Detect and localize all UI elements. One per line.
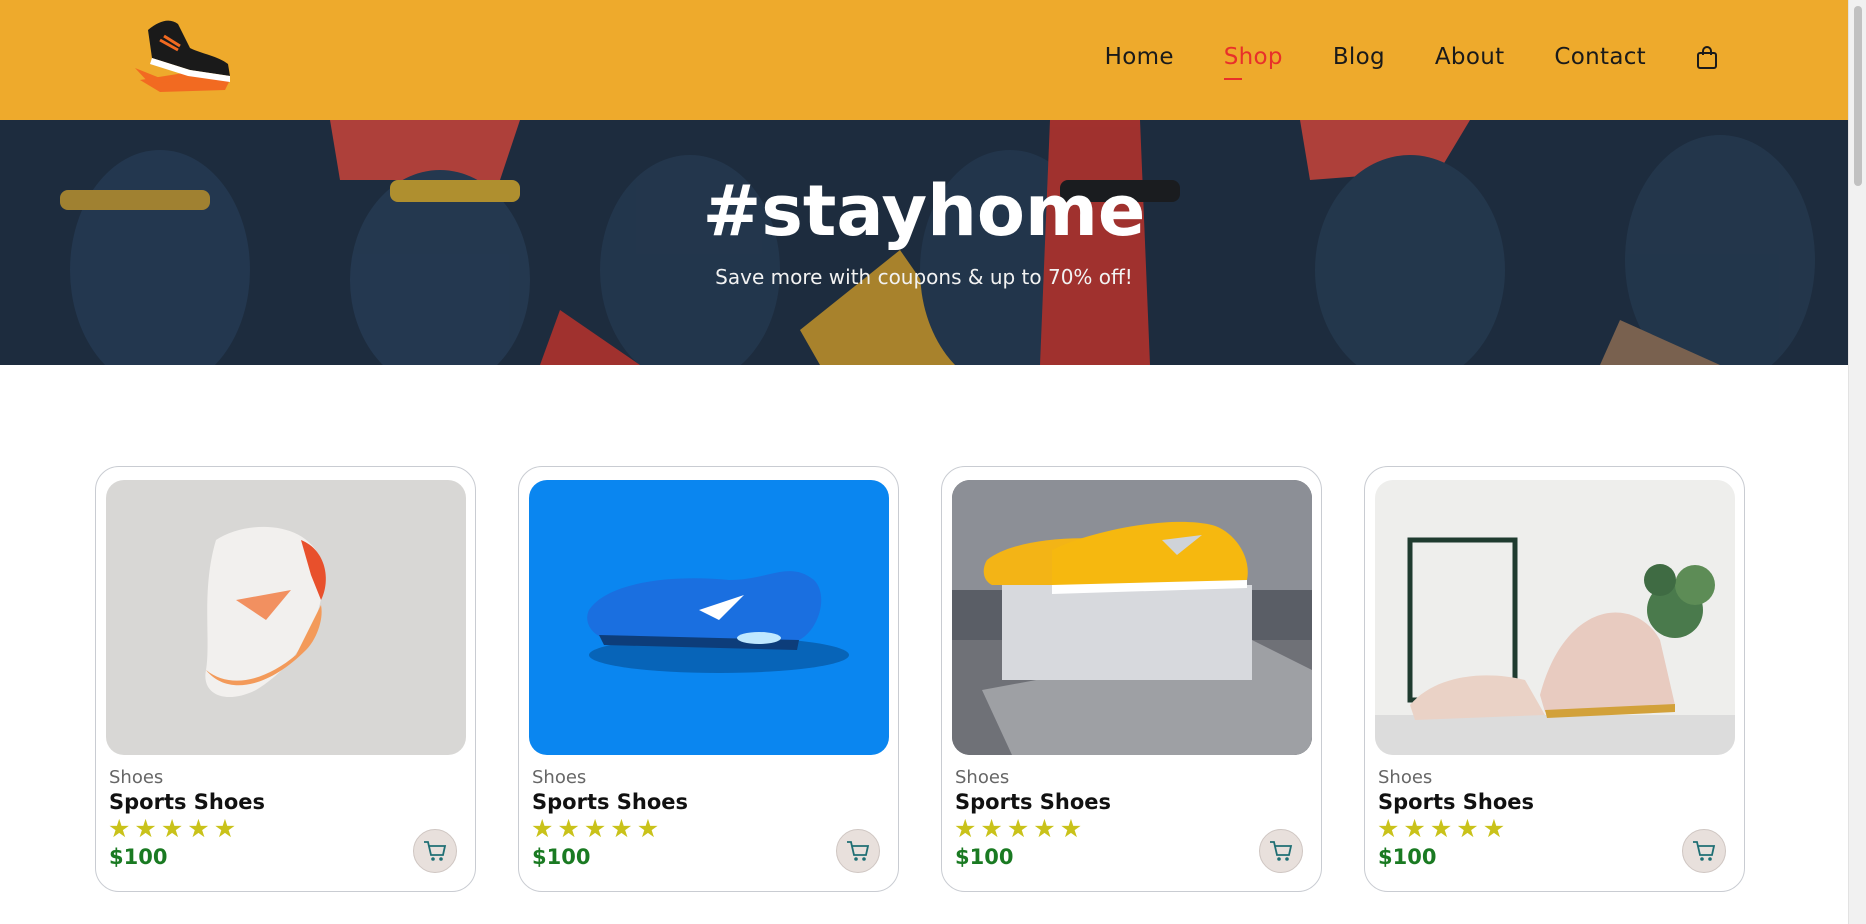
yellow-sneakers-on-box-image[interactable] — [952, 480, 1312, 755]
star-icon: ★ — [1006, 814, 1030, 843]
sneaker-logo-icon[interactable] — [130, 10, 240, 100]
star-rating: ★ ★ ★ ★ ★ — [108, 815, 236, 843]
star-icon: ★ — [1403, 814, 1426, 843]
product-brand: Shoes — [532, 767, 587, 788]
product-card[interactable]: Shoes Sports Shoes ★ ★ ★ ★ ★ $100 — [941, 466, 1322, 892]
star-icon: ★ — [160, 814, 184, 843]
hero-banner: #stayhome Save more with coupons & up to… — [0, 120, 1848, 365]
product-brand: Shoes — [109, 767, 164, 788]
star-rating: ★ ★ ★ ★ ★ — [1377, 815, 1505, 843]
site-header: Home Shop Blog About Contact — [0, 0, 1848, 120]
star-icon: ★ — [980, 814, 1003, 843]
product-brand: Shoes — [1378, 767, 1433, 788]
shopping-bag-icon[interactable] — [1696, 45, 1718, 69]
star-icon: ★ — [1456, 814, 1479, 843]
add-to-cart-button[interactable] — [413, 829, 457, 873]
white-orange-sneaker-image[interactable] — [106, 480, 466, 755]
star-icon: ★ — [1059, 814, 1083, 843]
star-icon: ★ — [213, 814, 237, 843]
blue-sneaker-image[interactable] — [529, 480, 889, 755]
nav-shop[interactable]: Shop — [1223, 44, 1283, 80]
product-brand: Shoes — [955, 767, 1010, 788]
product-name[interactable]: Sports Shoes — [1378, 790, 1534, 814]
add-to-cart-button[interactable] — [836, 829, 880, 873]
star-icon: ★ — [134, 814, 157, 843]
product-name[interactable]: Sports Shoes — [955, 790, 1111, 814]
product-card[interactable]: Shoes Sports Shoes ★ ★ ★ ★ ★ $100 — [518, 466, 899, 892]
product-card[interactable]: Shoes Sports Shoes ★ ★ ★ ★ ★ $100 — [95, 466, 476, 892]
page-scrollbar[interactable] — [1848, 0, 1866, 924]
nav-home[interactable]: Home — [1105, 44, 1174, 70]
product-name[interactable]: Sports Shoes — [109, 790, 265, 814]
hero-subtitle: Save more with coupons & up to 70% off! — [715, 265, 1133, 289]
star-rating: ★ ★ ★ ★ ★ — [531, 815, 659, 843]
cart-icon — [1693, 841, 1716, 861]
add-to-cart-button[interactable] — [1259, 829, 1303, 873]
star-icon: ★ — [610, 814, 633, 843]
product-grid: Shoes Sports Shoes ★ ★ ★ ★ ★ $100 Shoes Spor… — [95, 466, 1745, 892]
product-name[interactable]: Sports Shoes — [532, 790, 688, 814]
nav-about[interactable]: About — [1435, 44, 1505, 70]
add-to-cart-button[interactable] — [1682, 829, 1726, 873]
nav-blog[interactable]: Blog — [1333, 44, 1385, 70]
star-icon: ★ — [1429, 814, 1453, 843]
product-price: $100 — [1378, 845, 1437, 869]
main-nav: Home Shop Blog About Contact — [1105, 0, 1718, 114]
star-icon: ★ — [1033, 814, 1056, 843]
star-icon: ★ — [636, 814, 660, 843]
product-price: $100 — [955, 845, 1014, 869]
star-icon: ★ — [1377, 814, 1400, 843]
cart-icon — [1270, 841, 1293, 861]
star-icon: ★ — [531, 814, 554, 843]
scrollbar-thumb[interactable] — [1854, 6, 1862, 186]
pink-brogue-shoes-image[interactable] — [1375, 480, 1735, 755]
star-rating: ★ ★ ★ ★ ★ — [954, 815, 1082, 843]
cart-icon — [847, 841, 870, 861]
product-price: $100 — [532, 845, 591, 869]
product-price: $100 — [109, 845, 168, 869]
star-icon: ★ — [557, 814, 580, 843]
product-card[interactable]: Shoes Sports Shoes ★ ★ ★ ★ ★ $100 — [1364, 466, 1745, 892]
star-icon: ★ — [954, 814, 977, 843]
cart-icon — [424, 841, 447, 861]
nav-contact[interactable]: Contact — [1554, 44, 1646, 70]
star-icon: ★ — [1482, 814, 1506, 843]
star-icon: ★ — [583, 814, 607, 843]
star-icon: ★ — [187, 814, 210, 843]
star-icon: ★ — [108, 814, 131, 843]
hero-title: #stayhome — [702, 170, 1146, 252]
